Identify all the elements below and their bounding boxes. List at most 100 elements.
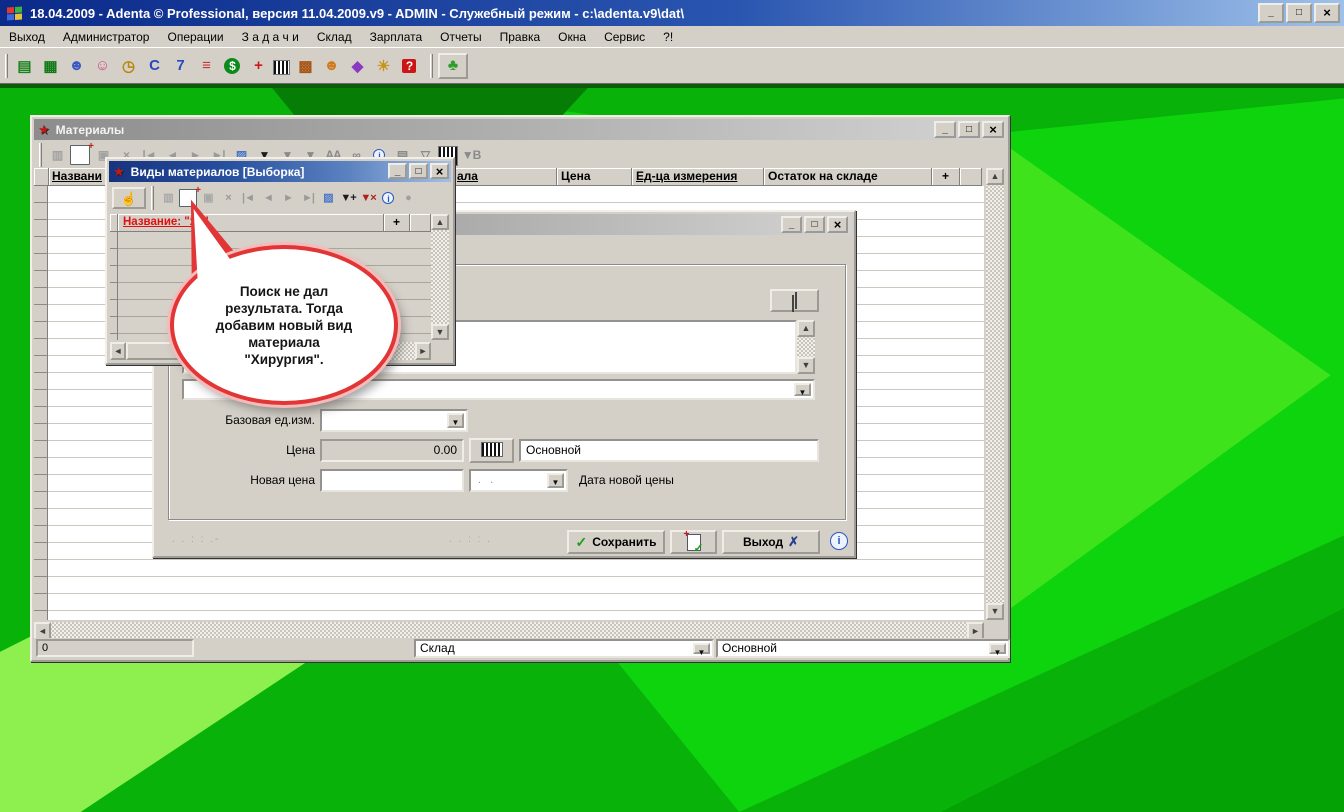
close-button[interactable]: × xyxy=(1314,3,1340,23)
info-icon[interactable]: i xyxy=(379,189,397,207)
calendar-7-icon[interactable]: 7 xyxy=(169,55,191,77)
save-button[interactable]: ✓ Сохранить xyxy=(567,530,665,554)
minimize-button[interactable]: _ xyxy=(1258,3,1284,23)
clover-icon[interactable]: ♣ xyxy=(438,52,468,79)
scroll-right-icon[interactable] xyxy=(415,342,431,360)
stripes-icon[interactable]: ≡ xyxy=(195,55,217,77)
minimize-button[interactable]: _ xyxy=(388,163,407,179)
open-record-icon[interactable]: ▥ xyxy=(159,189,177,207)
stop-icon[interactable]: ● xyxy=(399,189,417,207)
date-placeholder: . . xyxy=(478,474,497,486)
app-logo-icon xyxy=(7,5,22,21)
next-record-icon[interactable]: ► xyxy=(279,189,297,207)
close-button[interactable]: × xyxy=(430,163,449,179)
menu-item[interactable]: Сервис xyxy=(595,28,654,46)
filter-b-icon[interactable]: ▼B xyxy=(461,145,482,165)
column-header-plus[interactable]: + xyxy=(384,214,410,232)
menu-item[interactable]: Администратор xyxy=(54,28,159,46)
column-header-plus[interactable]: + xyxy=(932,168,960,186)
menu-item[interactable]: Окна xyxy=(549,28,595,46)
column-header-stock[interactable]: Остаток на складе xyxy=(764,168,932,186)
scroll-left-icon[interactable] xyxy=(110,342,126,360)
main-title-bar[interactable]: 18.04.2009 - Adenta © Professional, верс… xyxy=(0,0,1344,26)
last-record-icon[interactable]: ►| xyxy=(299,189,317,207)
menu-item[interactable]: Склад xyxy=(308,28,361,46)
new-record-icon[interactable]: + xyxy=(70,141,94,165)
copy-button[interactable] xyxy=(770,289,819,312)
open-folder-icon[interactable]: ▨ xyxy=(319,189,337,207)
schedule-grid-icon[interactable]: ▦ xyxy=(39,55,61,77)
chevron-down-icon[interactable] xyxy=(547,473,564,488)
chevron-down-icon[interactable] xyxy=(693,643,710,654)
maximize-button[interactable]: □ xyxy=(958,121,980,138)
scroll-up-icon[interactable] xyxy=(986,168,1004,185)
gear-icon[interactable]: ☀ xyxy=(372,55,394,77)
chevron-down-icon[interactable] xyxy=(447,413,464,428)
balloons-icon[interactable]: ☺ xyxy=(91,55,113,77)
apply-filter-button[interactable]: ☝ xyxy=(112,186,146,209)
menu-item[interactable]: Зарплата xyxy=(361,28,432,46)
toolbar-grip[interactable] xyxy=(5,53,8,78)
row-selector-column[interactable] xyxy=(110,232,118,340)
filter-add-icon[interactable]: ▼+ xyxy=(339,189,357,207)
filter-clear-icon[interactable]: ▼× xyxy=(359,189,377,207)
barcode-button[interactable] xyxy=(469,438,514,463)
first-aid-icon[interactable]: + xyxy=(247,55,269,77)
save-and-new-button[interactable]: + ✓ xyxy=(670,529,717,555)
calendar-c-icon[interactable]: С xyxy=(143,55,165,77)
column-header-unit[interactable]: Ед-ца измерения xyxy=(632,168,764,186)
first-record-icon[interactable]: |◄ xyxy=(239,189,257,207)
maximize-button[interactable]: □ xyxy=(1286,3,1312,23)
menu-item[interactable]: Отчеты xyxy=(431,28,490,46)
exit-button[interactable]: Выход ✗ xyxy=(722,530,820,554)
warehouse-combobox[interactable]: Склад xyxy=(414,639,714,658)
scroll-down-icon[interactable] xyxy=(797,357,815,374)
clock-icon[interactable]: ◷ xyxy=(117,55,139,77)
v-scrollbar[interactable] xyxy=(986,168,1004,620)
pricelist-name-field[interactable]: Основной xyxy=(519,439,819,462)
patients-icon[interactable]: ☻ xyxy=(65,55,87,77)
pricelist-combobox[interactable]: Основной xyxy=(716,639,1010,658)
chevron-down-icon[interactable] xyxy=(794,383,811,396)
palette-icon[interactable]: ◆ xyxy=(346,55,368,77)
new-price-field[interactable] xyxy=(320,469,464,492)
close-button[interactable]: × xyxy=(827,216,848,233)
maximize-button[interactable]: □ xyxy=(804,216,825,233)
callout-text: Поиск не дал результата. Тогда добавим нов… xyxy=(188,271,380,379)
scroll-up-icon[interactable] xyxy=(431,214,449,230)
materials-title-bar[interactable]: ★ Материалы xyxy=(34,119,1006,140)
toolbar-grip[interactable] xyxy=(151,185,154,210)
scroll-down-icon[interactable] xyxy=(986,603,1004,620)
v-scrollbar[interactable] xyxy=(431,214,449,340)
barcode-icon[interactable] xyxy=(273,59,290,75)
base-unit-combobox[interactable] xyxy=(320,409,468,432)
row-selector-column[interactable] xyxy=(34,186,48,620)
filter-expression[interactable]: Название: "хи" xyxy=(118,214,384,232)
header-fragment: Названи xyxy=(52,169,102,183)
toolbar-grip[interactable] xyxy=(430,53,433,78)
scroll-up-icon[interactable] xyxy=(797,320,815,337)
minimize-button[interactable]: _ xyxy=(781,216,802,233)
maximize-button[interactable]: □ xyxy=(409,163,428,179)
desktop-divider xyxy=(0,84,1344,88)
gift-icon[interactable]: ▩ xyxy=(294,55,316,77)
chevron-down-icon[interactable] xyxy=(989,643,1006,654)
scroll-down-icon[interactable] xyxy=(431,324,449,340)
help-book-icon[interactable]: ? xyxy=(398,55,420,77)
close-button[interactable]: × xyxy=(982,121,1004,138)
toolbar-grip[interactable] xyxy=(39,142,42,167)
minimize-button[interactable]: _ xyxy=(934,121,956,138)
info-icon[interactable]: i xyxy=(830,532,848,550)
open-record-icon[interactable]: ▥ xyxy=(47,145,67,165)
menu-item[interactable]: З а д а ч и xyxy=(233,28,308,46)
new-price-date-combobox[interactable]: . . xyxy=(469,469,568,492)
exit-door-icon[interactable]: ▤ xyxy=(13,55,35,77)
menu-item[interactable]: Выход xyxy=(0,28,54,46)
prior-record-icon[interactable]: ◄ xyxy=(259,189,277,207)
menu-item[interactable]: Операции xyxy=(158,28,232,46)
menu-item[interactable]: Правка xyxy=(491,28,550,46)
money-icon[interactable]: $ xyxy=(221,55,243,77)
staff-icon[interactable]: ☻ xyxy=(320,55,342,77)
menu-item[interactable]: ?! xyxy=(654,28,682,46)
column-header-price[interactable]: Цена xyxy=(557,168,632,186)
